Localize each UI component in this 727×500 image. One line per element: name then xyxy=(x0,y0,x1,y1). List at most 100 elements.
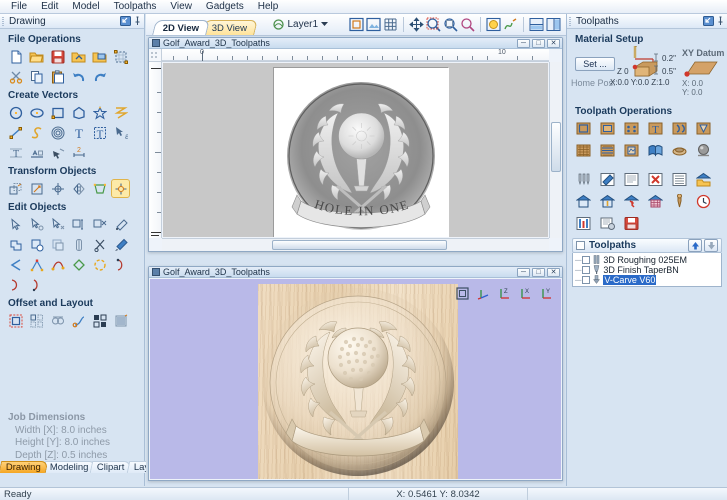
dimension-tool-icon[interactable]: 2 xyxy=(70,144,87,161)
toolpath-visible-checkbox[interactable] xyxy=(582,256,591,264)
arrow-up-icon[interactable] xyxy=(688,239,702,252)
close-button[interactable]: ✕ xyxy=(547,267,560,277)
tab-modeling[interactable]: Modeling xyxy=(42,461,96,473)
arrow-down-icon[interactable] xyxy=(704,239,718,252)
save-toolpath-icon[interactable] xyxy=(623,215,640,232)
auto-text-layout-icon[interactable] xyxy=(28,144,45,161)
node-point-icon[interactable] xyxy=(28,256,45,273)
import-vectors-icon[interactable] xyxy=(70,48,87,65)
tab-drawing[interactable]: Drawing xyxy=(0,461,49,473)
pocket-toolpath-icon[interactable] xyxy=(599,120,616,137)
tile-windows-icon[interactable] xyxy=(528,16,545,33)
weld-icon[interactable] xyxy=(7,236,24,253)
toggle-vectors-icon[interactable] xyxy=(348,16,365,33)
menu-item-edit[interactable]: Edit xyxy=(34,0,65,13)
toggle-grid-icon[interactable] xyxy=(382,16,399,33)
edit-text-icon[interactable]: T xyxy=(91,124,108,141)
zoom-selected-icon[interactable] xyxy=(459,16,476,33)
pin-icon[interactable] xyxy=(134,16,141,29)
undo-icon[interactable] xyxy=(70,68,87,85)
menu-item-toolpaths[interactable]: Toolpaths xyxy=(107,0,164,13)
array-copy-icon[interactable] xyxy=(28,312,45,329)
toolpath-list-checkbox[interactable] xyxy=(576,241,585,250)
create-text-icon[interactable]: T xyxy=(70,124,87,141)
mirror-icon[interactable] xyxy=(70,180,87,197)
arc-icon[interactable] xyxy=(7,276,24,293)
polygon-icon[interactable] xyxy=(70,104,87,121)
preview-all-icon[interactable] xyxy=(599,193,616,210)
3d-ball-icon[interactable] xyxy=(695,142,712,159)
split-windows-icon[interactable] xyxy=(545,16,562,33)
scale-icon[interactable] xyxy=(28,180,45,197)
fillet-icon[interactable] xyxy=(7,256,24,273)
node-edit-icon[interactable] xyxy=(7,216,24,233)
float-icon[interactable] xyxy=(120,16,131,29)
y-axis-view-icon[interactable]: Y xyxy=(538,285,555,302)
toolpath-visible-checkbox[interactable] xyxy=(582,276,591,284)
scissors-icon[interactable] xyxy=(91,236,108,253)
tab-3d-view[interactable]: 3D View xyxy=(201,20,259,35)
trim-icon[interactable] xyxy=(70,236,87,253)
toolpath-list-item[interactable]: ─ V-Carve V60 xyxy=(575,274,721,285)
tree-expander-icon[interactable]: ─ xyxy=(575,265,581,275)
prism-carving-icon[interactable] xyxy=(695,120,712,137)
polyline-icon[interactable] xyxy=(112,104,129,121)
x-axis-view-icon[interactable]: X xyxy=(517,285,534,302)
3d-finishing-icon[interactable] xyxy=(623,142,640,159)
dimension-arrow-icon[interactable] xyxy=(49,144,66,161)
close-button[interactable]: ✕ xyxy=(547,38,560,48)
subtract-icon[interactable] xyxy=(28,236,45,253)
save-file-icon[interactable] xyxy=(49,48,66,65)
estimate-time-icon[interactable] xyxy=(695,193,712,210)
spiral-icon[interactable] xyxy=(49,124,66,141)
offset-icon[interactable] xyxy=(7,312,24,329)
rotate-icon[interactable] xyxy=(49,180,66,197)
copy-toolpath-icon[interactable] xyxy=(623,171,640,188)
select-node-icon[interactable] xyxy=(28,216,45,233)
paint-icon[interactable] xyxy=(112,236,129,253)
drilling-toolpath-icon[interactable] xyxy=(623,120,640,137)
edit-toolpath-icon[interactable] xyxy=(599,171,616,188)
toggle-shading-icon[interactable] xyxy=(485,16,502,33)
material-set-button[interactable]: Set ... xyxy=(575,57,615,71)
spray-icon[interactable] xyxy=(112,216,129,233)
plate-layout-icon[interactable] xyxy=(112,312,129,329)
minimize-button[interactable]: ─ xyxy=(517,38,530,48)
cut-icon[interactable] xyxy=(7,68,24,85)
toolpath-list-item[interactable]: ─ 3D Roughing 025EM xyxy=(575,254,721,265)
window-2d-titlebar[interactable]: Golf_Award_3D_Toolpaths ─ □ ✕ xyxy=(149,38,562,49)
xyz-axis-icon[interactable] xyxy=(475,285,492,302)
layer-selector[interactable]: Layer1 xyxy=(273,19,329,30)
zoom-extents-icon[interactable] xyxy=(442,16,459,33)
open-curve-icon[interactable] xyxy=(112,256,129,273)
canvas-3d[interactable]: Z X Y xyxy=(150,279,561,479)
tree-expander-icon[interactable]: ─ xyxy=(575,275,581,285)
profile-toolpath-icon[interactable] xyxy=(575,120,592,137)
scrollbar-horizontal-2d[interactable] xyxy=(162,238,549,251)
rectangle-icon[interactable] xyxy=(49,104,66,121)
tab-clipart[interactable]: Clipart xyxy=(90,461,133,473)
window-3d-titlebar[interactable]: Golf_Award_3D_Toolpaths ─ □ ✕ xyxy=(149,267,562,278)
z-axis-view-icon[interactable]: Z xyxy=(496,285,513,302)
text-on-curve-icon[interactable]: T xyxy=(7,144,24,161)
select-point-icon[interactable] xyxy=(49,216,66,233)
toggle-bitmap-icon[interactable] xyxy=(365,16,382,33)
delete-toolpath-icon[interactable] xyxy=(647,171,664,188)
inlay-toolpath-icon[interactable] xyxy=(647,142,664,159)
paste-icon[interactable] xyxy=(49,68,66,85)
open-file-icon[interactable] xyxy=(28,48,45,65)
tab-2d-view[interactable]: 2D View xyxy=(152,20,211,35)
tool-list-icon[interactable] xyxy=(575,215,592,232)
preview-open-icon[interactable] xyxy=(695,171,712,188)
toolchange-icon[interactable] xyxy=(671,193,688,210)
toolpath-list[interactable]: ─ 3D Roughing 025EM ─ 3D Finish TaperBN … xyxy=(572,253,722,287)
toolpath-visible-checkbox[interactable] xyxy=(582,266,591,274)
curve-segment-icon[interactable] xyxy=(28,276,45,293)
tool-database-icon[interactable] xyxy=(575,171,592,188)
pin-icon[interactable] xyxy=(717,16,724,29)
toolpath-settings-icon[interactable] xyxy=(599,215,616,232)
circle-icon[interactable] xyxy=(7,104,24,121)
recalculate-icon[interactable] xyxy=(671,171,688,188)
float-icon[interactable] xyxy=(703,16,714,29)
nest-icon[interactable] xyxy=(49,312,66,329)
